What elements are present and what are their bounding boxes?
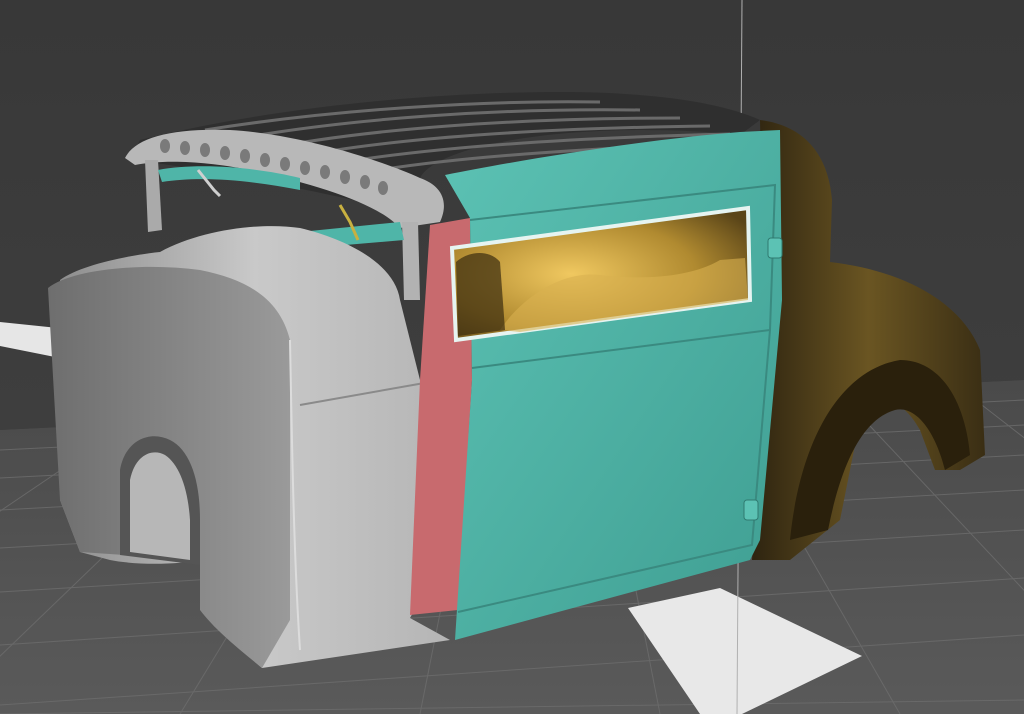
- windshield-post-right: [402, 222, 420, 300]
- interior-dark-edge: [456, 253, 505, 336]
- upper-door-hinge: [767, 237, 783, 259]
- lower-door-hinge: [743, 499, 759, 521]
- 3d-viewport[interactable]: [0, 0, 1024, 714]
- door-panel[interactable]: [445, 130, 782, 640]
